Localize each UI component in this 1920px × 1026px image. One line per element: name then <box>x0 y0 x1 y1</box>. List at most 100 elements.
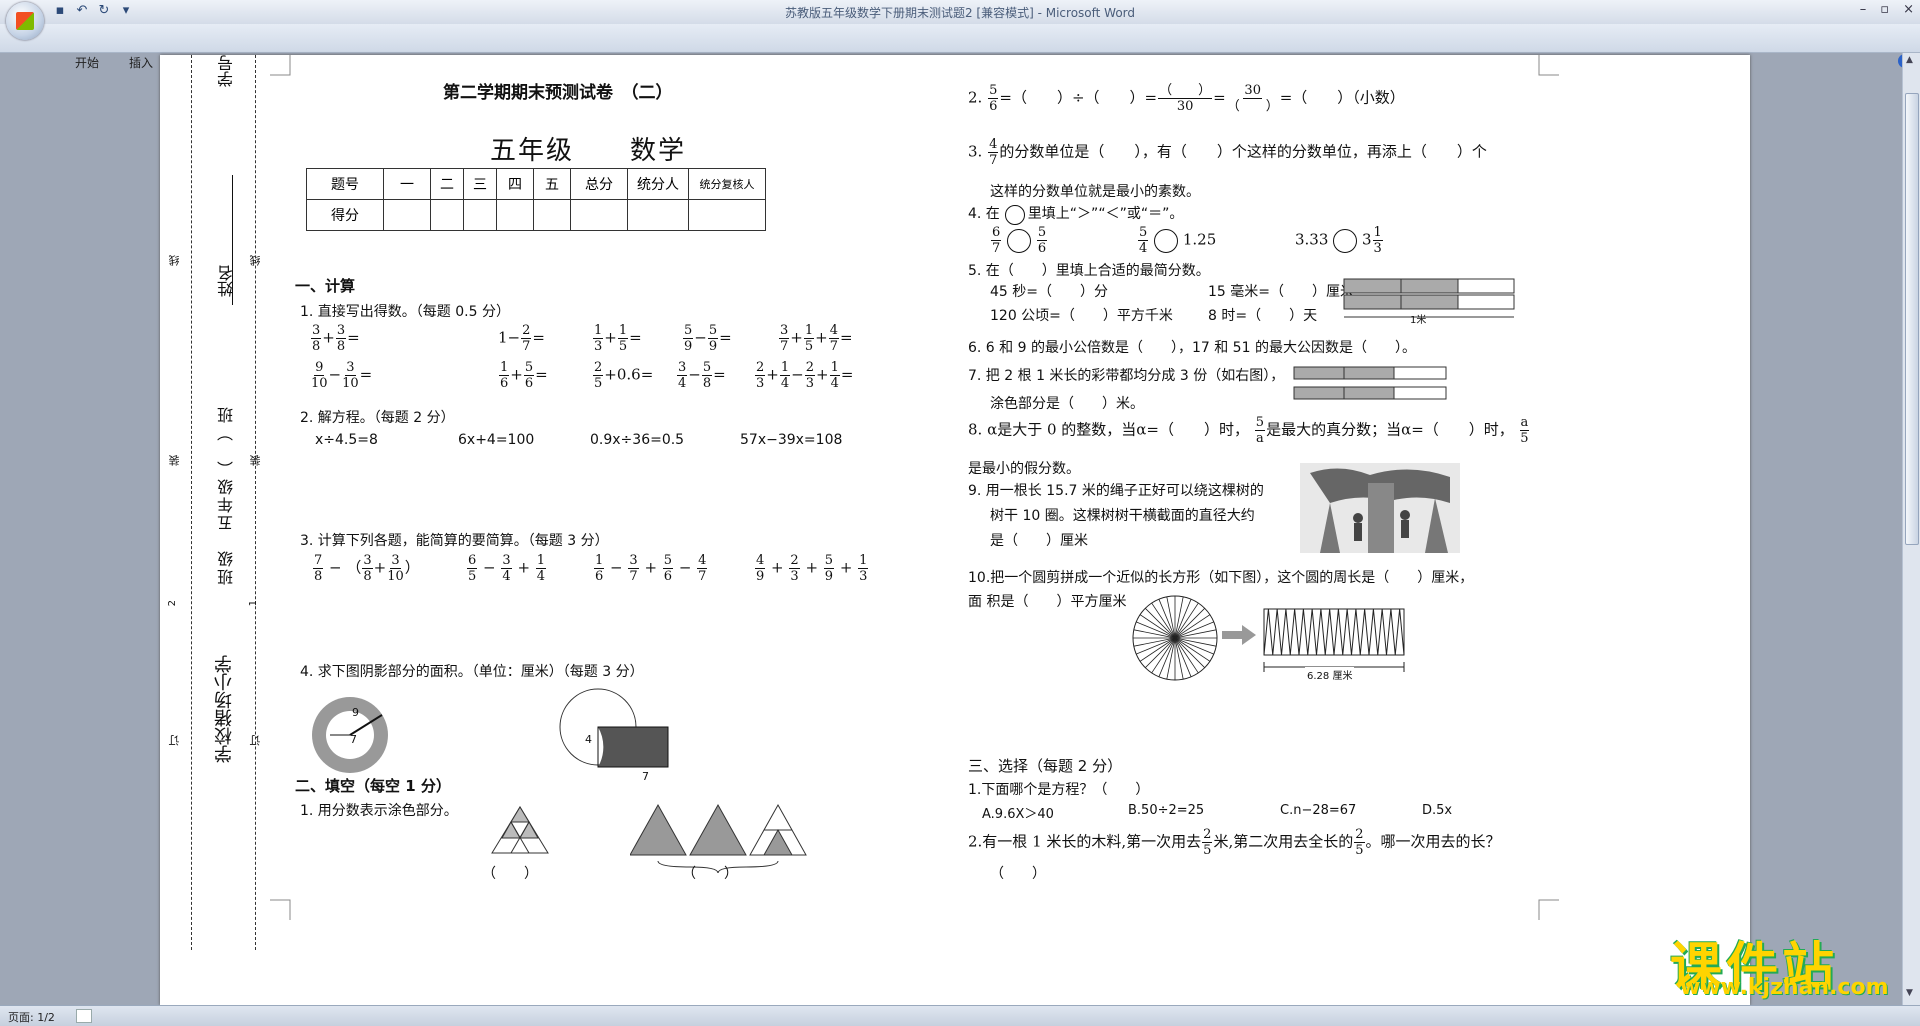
fill-q10: 10.把一个圆剪拼成一个近似的长方形（如下图），这个圆的周长是（ ）厘米， <box>968 570 1474 586</box>
minimize-icon[interactable]: – <box>1860 2 1867 17</box>
name-underline <box>232 175 233 305</box>
score-cell[interactable] <box>627 199 689 231</box>
q3-item: 65 − 34 + 14 <box>467 553 547 584</box>
title-bar: ▪ ↶ ↻ ▾ 苏教版五年级数学下册期末测试题2 [兼容模式] - Micros… <box>0 0 1920 24</box>
q1-item: 3 7 +1 5 +4 7 = <box>779 323 853 354</box>
section-fill-heading: 二、填空（每空 1 分） <box>295 777 451 795</box>
circle-rect-figure <box>559 688 669 768</box>
scroll-up-icon[interactable]: ▲ <box>1906 55 1913 65</box>
scroll-thumb[interactable] <box>1905 93 1919 545</box>
window-title: 苏教版五年级数学下册期末测试题2 [兼容模式] - Microsoft Word <box>784 6 1136 20</box>
q1-item: 1− 2 7 = <box>498 323 545 354</box>
score-header-cell: 一 <box>383 168 431 200</box>
window-controls: – ▫ × <box>1860 2 1914 17</box>
fill-q5-b: 15 毫米=（ ）厘米 <box>1208 284 1354 300</box>
fill-q2: 2. 5 6 =（ ）÷（ ）= （ ） 30 = 30 （ ） =（ ）（小数） <box>968 83 1405 114</box>
score-header-cell: 统分人 <box>627 168 689 200</box>
q4-instruction: 4. 求下图阴影部分的面积。（单位：厘米）（每题 3 分） <box>300 664 644 680</box>
ribbon-bars-figure <box>1343 278 1515 318</box>
crop-mark <box>1538 55 1559 76</box>
q1-item: 2 3 +1 4−2 3 +1 4 = <box>755 360 854 391</box>
score-cell[interactable] <box>430 199 464 231</box>
score-header-cell: 三 <box>463 168 497 200</box>
q3-item: 16 − 37 + 56 − 47 <box>594 553 708 584</box>
score-row-label: 得分 <box>306 199 384 231</box>
figure-label: 4 <box>585 733 592 746</box>
binding-line <box>255 55 256 950</box>
numerator: 5 <box>988 83 999 99</box>
q1-item: 1 3 +1 5 = <box>593 323 642 354</box>
score-cell[interactable] <box>533 199 571 231</box>
compare-value: 3.33 <box>1295 230 1329 249</box>
cut-line-label: 线 <box>249 255 262 266</box>
approx-rectangle-figure <box>1263 608 1405 672</box>
q1-item: 3 8 +3 8 = <box>311 323 360 354</box>
equation-item: 0.9x÷36=0.5 <box>590 432 685 448</box>
class-label: 班级 五年级（ ）班 <box>217 405 236 585</box>
rect-length-label: 6.28 厘米 <box>1305 667 1355 682</box>
section-calc-heading: 一、计算 <box>295 277 356 295</box>
score-cell[interactable] <box>496 199 534 231</box>
choice-option[interactable]: C.n−28=67 <box>1280 803 1356 818</box>
q3-instruction: 3. 计算下列各题，能简算的要简算。（每题 3 分） <box>300 533 609 549</box>
score-header-cell: 总分 <box>570 168 628 200</box>
fill-q3: 3. 4 7 的分数单位是（ ），有（ ）个这样的分数单位，再添上（ ）个 <box>968 137 1487 168</box>
fill-q4: 4. 在 里填上“＞”“＜”或“＝”。 <box>968 206 1184 222</box>
fill-q10-cont: 面 积是（ ）平方厘米 <box>968 594 1127 610</box>
q8-text: 8. α是大于 0 的整数，当α=（ ）时， <box>968 420 1249 439</box>
q2-instruction: 2. 解方程。（每题 2 分） <box>300 410 455 426</box>
watermark-url: www.kjzhan.com <box>1680 975 1889 1000</box>
score-cell[interactable] <box>383 199 431 231</box>
q1-item: 3 4−5 8 = <box>677 360 726 391</box>
fill-q4-items: 3.33 313 <box>1295 225 1383 256</box>
exam-title: 第二学期期末预测试卷 （二） <box>443 83 673 103</box>
q1-item: 9 10−3 10 = <box>311 360 373 391</box>
fill-q7-cont: 涂色部分是（ ）米。 <box>990 396 1144 412</box>
office-button[interactable] <box>6 2 44 40</box>
margin-number: 1 <box>248 600 259 607</box>
scroll-down-icon[interactable]: ▼ <box>1906 988 1913 998</box>
fill-q7: 7. 把 2 根 1 米长的彩带都均分成 3 份（如右图）， <box>968 368 1285 384</box>
fill-q4-items: 67 56 <box>991 225 1048 256</box>
ribbon-tab[interactable]: 开始 <box>60 54 114 71</box>
macro-icon[interactable] <box>76 1009 92 1023</box>
exam-subtitle: 五年级 数学 <box>490 136 687 166</box>
cut-line-label: 线 <box>168 255 181 266</box>
bar-label: 1米 <box>1410 315 1427 326</box>
document-page: 学号 姓名 班级 五年级（ ）班 学校猪场小学 线 线 装 装 订 订 2 1 … <box>160 55 1750 1005</box>
fill-q9: 9. 用一根长 15.7 米的绳子正好可以绕这棵树的 <box>968 483 1264 499</box>
crop-mark <box>270 55 291 76</box>
score-cell[interactable] <box>688 199 766 231</box>
compare-value: 3 <box>1361 230 1372 249</box>
choice-q2: 2.有一根 1 米长的木料,第一次用去 2 5 米,第二次用去全长的 2 5 。哪一次用去的… <box>968 827 1501 858</box>
sector-circle-figure <box>1132 595 1218 681</box>
vertical-scrollbar[interactable]: ▲ ▼ <box>1902 53 1920 1005</box>
close-icon[interactable]: × <box>1903 2 1914 17</box>
answer-blank: （ ） <box>482 866 538 882</box>
answer-blank: （ ） <box>990 866 1046 882</box>
q3-item: 49 + 23 + 59 + 13 <box>755 553 869 584</box>
q1-item: 1 6 +5 6 = <box>499 360 548 391</box>
fill-q5-a: 45 秒=（ ）分 <box>990 284 1108 300</box>
choice-option[interactable]: B.50÷2=25 <box>1128 803 1204 818</box>
numerator: 30 <box>1243 83 1262 99</box>
triangle-grid-figure <box>491 806 549 854</box>
ring-label: 9 <box>352 706 359 719</box>
bind-label: 装 <box>249 455 262 466</box>
score-header-cell: 题号 <box>306 168 384 200</box>
q1-item: 5 9−5 9 = <box>683 323 732 354</box>
choice-option[interactable]: D.5x <box>1422 803 1452 818</box>
maximize-icon[interactable]: ▫ <box>1880 2 1889 17</box>
score-header-cell: 统分复核人 <box>688 168 766 200</box>
answer-blank: （ ） <box>682 866 738 882</box>
choice-q2-text: 米,第二次用去全长的 <box>1213 832 1354 851</box>
choice-option[interactable]: A.9.6X＞40 <box>982 803 1054 822</box>
fill-q9-b: 树干 10 圈。这棵树树干横截面的直径大约 <box>990 508 1255 524</box>
equation-item: 57x−39x=108 <box>740 432 843 448</box>
q1-instruction: 1. 直接写出得数。（每题 0.5 分） <box>300 304 510 320</box>
fill-q8: 8. α是大于 0 的整数，当α=（ ）时， 5 a 是最大的真分数；当α=（ ）时… <box>968 415 1530 446</box>
q1-item: 2 5 +0.6= <box>593 360 654 391</box>
score-cell[interactable] <box>570 199 628 231</box>
office-logo-icon <box>16 12 34 30</box>
score-cell[interactable] <box>463 199 497 231</box>
